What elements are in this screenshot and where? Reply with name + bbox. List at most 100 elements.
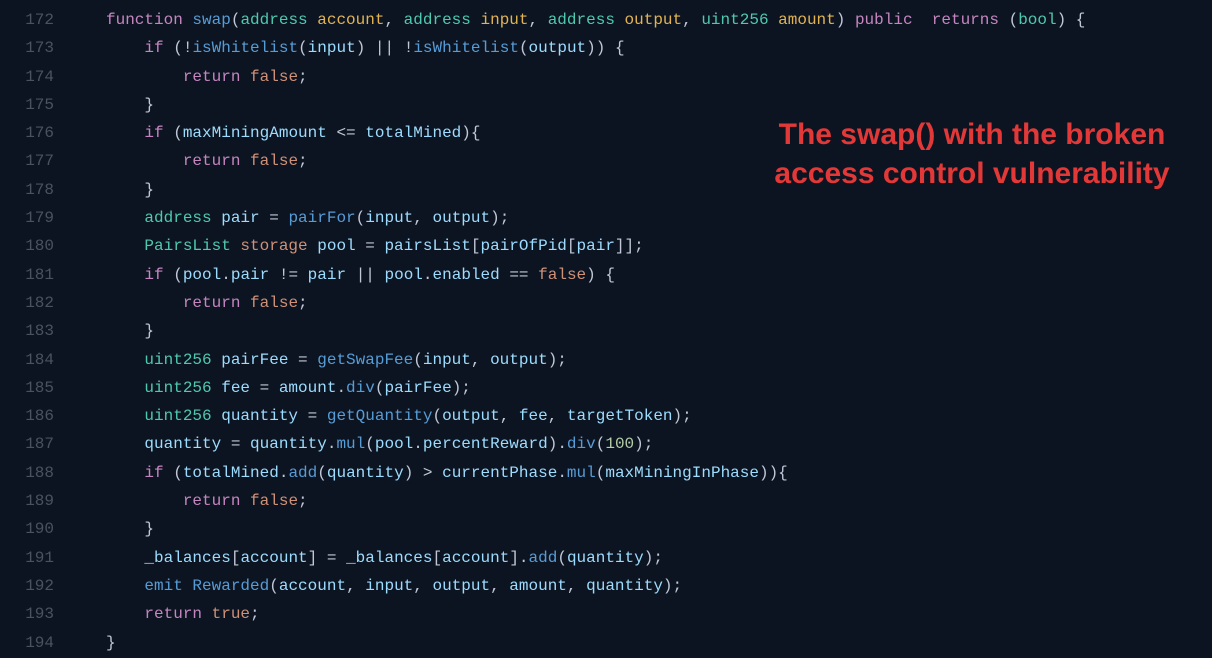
line-number: 177 xyxy=(0,147,54,175)
token: if xyxy=(144,266,173,284)
code-line[interactable]: return false; xyxy=(106,147,1085,175)
code-line[interactable]: if (totalMined.add(quantity) > currentPh… xyxy=(106,459,1085,487)
token xyxy=(106,209,144,227)
token: bool xyxy=(1018,11,1056,29)
code-line[interactable]: } xyxy=(106,515,1085,543)
code-line[interactable]: emit Rewarded(account, input, output, am… xyxy=(106,572,1085,600)
token: pair xyxy=(308,266,356,284)
token: . xyxy=(327,435,337,453)
line-number: 190 xyxy=(0,515,54,543)
token: , xyxy=(384,11,403,29)
token: output xyxy=(625,11,683,29)
line-number: 185 xyxy=(0,374,54,402)
token xyxy=(106,294,183,312)
token: || xyxy=(356,266,385,284)
token: returns xyxy=(932,11,1009,29)
token: ; xyxy=(298,294,308,312)
token: . xyxy=(557,464,567,482)
token: . xyxy=(413,435,423,453)
token: ); xyxy=(673,407,692,425)
code-line[interactable]: return false; xyxy=(106,289,1085,317)
token xyxy=(106,68,183,86)
token: [ xyxy=(567,237,577,255)
code-line[interactable]: address pair = pairFor(input, output); xyxy=(106,204,1085,232)
token: isWhitelist xyxy=(413,39,519,57)
token: if xyxy=(144,39,173,57)
code-content[interactable]: function swap(address account, address i… xyxy=(60,0,1085,658)
token: amount xyxy=(509,577,567,595)
token: <= xyxy=(336,124,365,142)
line-number: 173 xyxy=(0,34,54,62)
line-number: 186 xyxy=(0,402,54,430)
code-line[interactable]: } xyxy=(106,176,1085,204)
code-line[interactable]: if (maxMiningAmount <= totalMined){ xyxy=(106,119,1085,147)
token: ; xyxy=(250,605,260,623)
token: enabled xyxy=(433,266,510,284)
token: ( xyxy=(356,209,366,227)
token: ); xyxy=(634,435,653,453)
code-line[interactable]: quantity = quantity.mul(pool.percentRewa… xyxy=(106,430,1085,458)
token: , xyxy=(529,11,548,29)
token: if xyxy=(144,124,173,142)
token: ) xyxy=(356,39,375,57)
token: > xyxy=(423,464,442,482)
token: input xyxy=(308,39,356,57)
code-line[interactable]: } xyxy=(106,317,1085,345)
token: == xyxy=(509,266,538,284)
code-line[interactable]: uint256 pairFee = getSwapFee(input, outp… xyxy=(106,346,1085,374)
token: quantity xyxy=(221,407,307,425)
token: emit xyxy=(144,577,192,595)
token: quantity xyxy=(567,549,644,567)
token: uint256 xyxy=(144,379,221,397)
code-line[interactable]: uint256 fee = amount.div(pairFee); xyxy=(106,374,1085,402)
token: ]]; xyxy=(615,237,644,255)
token: = xyxy=(308,407,327,425)
token: _balances xyxy=(144,549,230,567)
token: ; xyxy=(298,68,308,86)
code-line[interactable]: return false; xyxy=(106,487,1085,515)
token: uint256 xyxy=(701,11,778,29)
token: uint256 xyxy=(144,351,221,369)
token: = xyxy=(260,379,279,397)
code-line[interactable]: return true; xyxy=(106,600,1085,628)
token: = xyxy=(269,209,288,227)
token: pool xyxy=(183,266,221,284)
token: ); xyxy=(490,209,509,227)
token: maxMiningInPhase xyxy=(605,464,759,482)
line-number: 191 xyxy=(0,544,54,572)
code-line[interactable]: if (!isWhitelist(input) || !isWhitelist(… xyxy=(106,34,1085,62)
code-line[interactable]: } xyxy=(106,91,1085,119)
token: || xyxy=(375,39,404,57)
token: currentPhase xyxy=(442,464,557,482)
code-line[interactable]: if (pool.pair != pair || pool.enabled ==… xyxy=(106,261,1085,289)
code-editor[interactable]: 1721731741751761771781791801811821831841… xyxy=(0,0,1212,658)
code-line[interactable]: } xyxy=(106,629,1085,657)
token: quantity xyxy=(250,435,327,453)
code-line[interactable]: _balances[account] = _balances[account].… xyxy=(106,544,1085,572)
token: account xyxy=(442,549,509,567)
token xyxy=(106,549,144,567)
token: . xyxy=(279,464,289,482)
code-line[interactable]: PairsList storage pool = pairsList[pairO… xyxy=(106,232,1085,260)
code-line[interactable]: function swap(address account, address i… xyxy=(106,6,1085,34)
token: _balances xyxy=(346,549,432,567)
token: PairsList xyxy=(144,237,240,255)
token: totalMined xyxy=(183,464,279,482)
code-line[interactable]: return false; xyxy=(106,63,1085,91)
token xyxy=(106,124,144,142)
line-number: 182 xyxy=(0,289,54,317)
token: , xyxy=(413,577,432,595)
token: pool xyxy=(385,266,423,284)
token: } xyxy=(106,96,154,114)
token: )) { xyxy=(586,39,624,57)
token: = xyxy=(231,435,250,453)
token: if xyxy=(144,464,173,482)
token: 100 xyxy=(605,435,634,453)
code-line[interactable]: uint256 quantity = getQuantity(output, f… xyxy=(106,402,1085,430)
token: ( xyxy=(231,11,241,29)
token xyxy=(106,407,144,425)
token: getSwapFee xyxy=(317,351,413,369)
token: . xyxy=(221,266,231,284)
token: )){ xyxy=(759,464,788,482)
token: , xyxy=(490,577,509,595)
